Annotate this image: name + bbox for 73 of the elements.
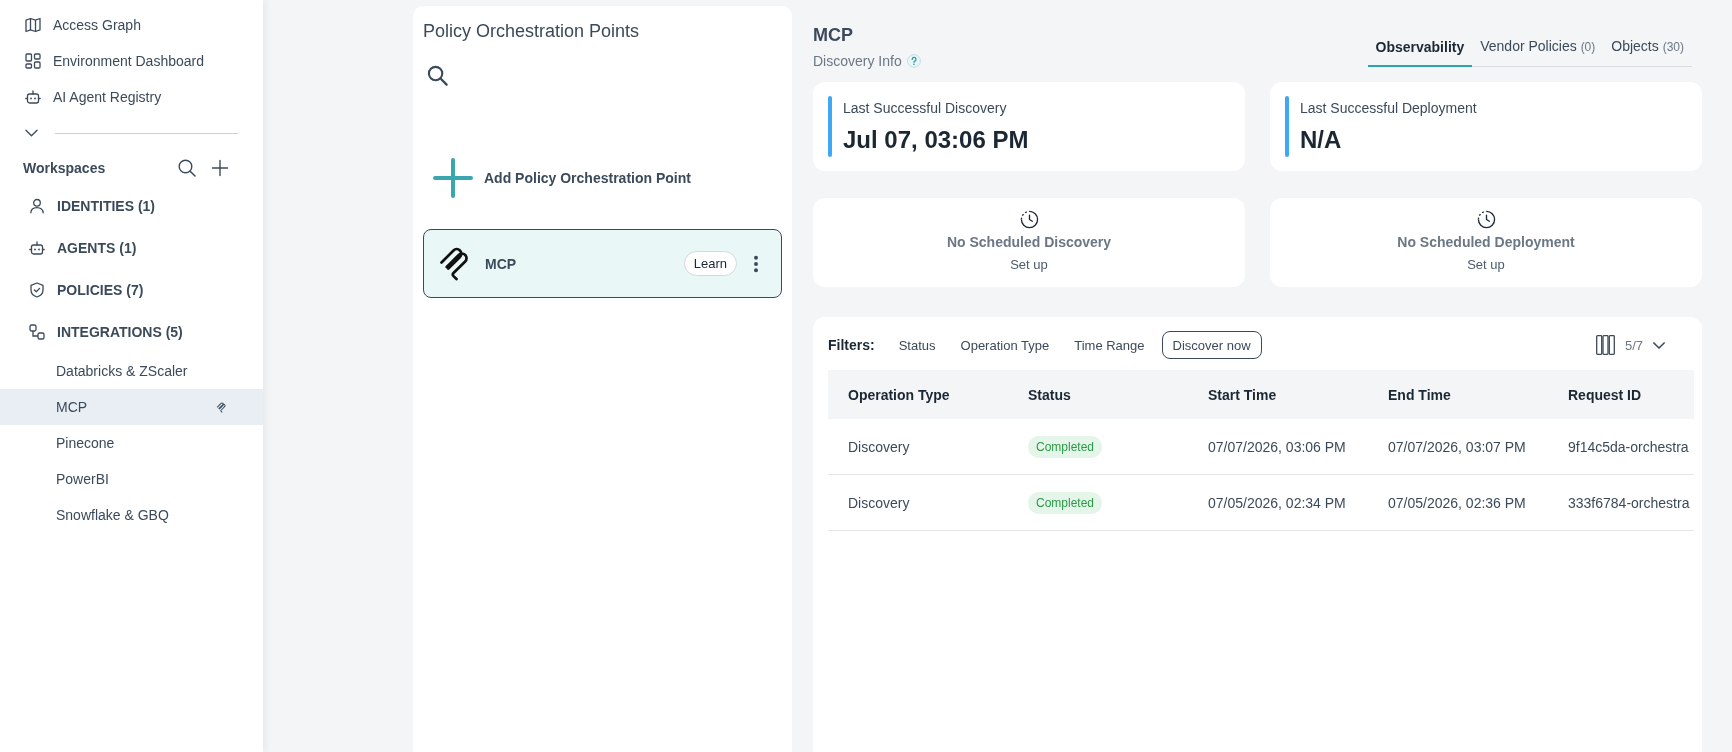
workspace-subitem[interactable]: Snowflake & GBQ (0, 497, 263, 533)
status-badge: Completed (1028, 435, 1103, 458)
robot-icon (25, 89, 41, 105)
filters-label: Filters: (828, 337, 875, 353)
stat-label: Last Successful Deployment (1300, 99, 1477, 118)
accent-bar (828, 96, 832, 157)
workspace-item[interactable]: INTEGRATIONS (5) (0, 311, 263, 353)
nav-item[interactable]: AI Agent Registry (0, 79, 162, 115)
column-header: Start Time (1188, 370, 1368, 419)
search-icon[interactable] (178, 159, 196, 177)
column-header: Request ID (1548, 370, 1694, 419)
help-icon[interactable] (906, 54, 921, 68)
search-icon[interactable] (427, 65, 448, 86)
workspace-subitem[interactable]: Pinecone (0, 425, 263, 461)
discover-button[interactable]: Discover now (1161, 331, 1262, 359)
workspace-item[interactable]: IDENTITIES (1) (0, 185, 263, 227)
clock-icon (1019, 210, 1039, 229)
table-cell: 07/05/2026, 02:36 PM (1388, 494, 1526, 511)
column-header: Operation Type (828, 370, 1008, 419)
columns-icon (1595, 335, 1615, 355)
nav-item[interactable]: Access Graph (0, 7, 141, 43)
filter-button[interactable]: Time Range (1074, 337, 1145, 353)
column-header: End Time (1368, 370, 1548, 419)
stat-label: Last Successful Discovery (843, 99, 1008, 118)
filter-button[interactable]: Operation Type (960, 337, 1050, 353)
setup-link[interactable]: Set up (1467, 256, 1505, 274)
schedule-title: No Scheduled Deployment (1397, 233, 1575, 252)
nav-item[interactable]: Environment Dashboard (0, 43, 204, 79)
table-cell: 9f14c5da-orchestra (1568, 438, 1689, 455)
setup-link[interactable]: Set up (1010, 256, 1048, 274)
tab[interactable]: Observability (1367, 29, 1473, 67)
filter-button[interactable]: Status (898, 337, 936, 353)
workspace-subitem[interactable]: MCP (0, 389, 263, 425)
add-button[interactable]: Add Policy Orchestration Point (433, 158, 691, 198)
stat-value: Jul 07, 03:06 PM (843, 125, 1029, 155)
map-icon (25, 17, 41, 33)
kebab-menu-icon[interactable] (753, 254, 759, 273)
plus-icon[interactable] (211, 159, 229, 177)
table-cell: 07/07/2026, 03:07 PM (1388, 438, 1526, 455)
workspace-item[interactable]: AGENTS (1) (0, 227, 263, 269)
person-icon (29, 198, 45, 214)
integration-card[interactable]: MCP Learn (423, 229, 782, 298)
chevron-down-icon[interactable] (25, 129, 38, 137)
table-cell: Discovery (848, 438, 910, 455)
chevron-down-icon (1653, 341, 1665, 349)
section-label: Workspaces (23, 160, 107, 176)
card-title: MCP (485, 255, 518, 272)
coil-icon (216, 401, 227, 413)
grid-icon (25, 53, 41, 69)
section-subtitle: Discovery Info (813, 52, 902, 71)
table-cell: 07/07/2026, 03:06 PM (1208, 438, 1346, 455)
workspace-subitem[interactable]: Databricks & ZScaler (0, 353, 263, 389)
accent-bar (1285, 96, 1289, 157)
status-badge: Completed (1028, 491, 1103, 514)
table-cell: Discovery (848, 494, 910, 511)
shield-check-icon (29, 282, 45, 298)
table-cell: 333f6784-orchestra (1568, 494, 1690, 511)
table-cell: 07/05/2026, 02:34 PM (1208, 494, 1346, 511)
plus-icon (433, 158, 473, 198)
clock-icon (1476, 210, 1496, 229)
columns-button[interactable]: 5/7 (1595, 335, 1665, 355)
schedule-title: No Scheduled Discovery (946, 233, 1112, 252)
linked-squares-icon (29, 324, 45, 340)
tab[interactable]: Objects (30) (1603, 29, 1692, 67)
workspace-item[interactable]: POLICIES (7) (0, 269, 263, 311)
learn-button[interactable]: Learn (683, 251, 737, 276)
tab[interactable]: Vendor Policies (0) (1472, 29, 1604, 67)
stat-value: N/A (1300, 125, 1343, 155)
column-header: Status (1008, 370, 1188, 419)
robot-icon (29, 240, 45, 256)
workspace-subitem[interactable]: PowerBI (0, 461, 263, 497)
page-title: MCP (813, 24, 854, 47)
panel-title: Policy Orchestration Points (423, 20, 640, 43)
